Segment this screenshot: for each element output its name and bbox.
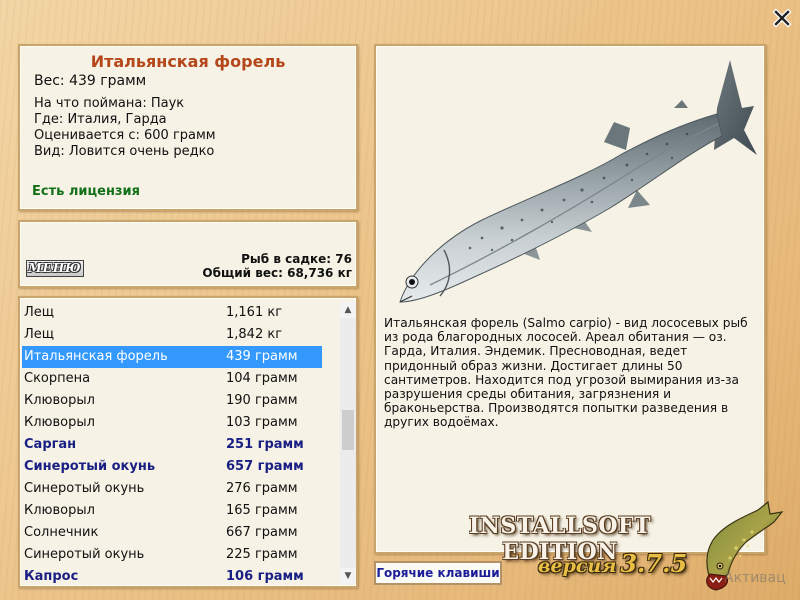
catch-list-row[interactable]: Скорпена 104 грамм xyxy=(22,368,322,390)
catch-list-row[interactable]: Клюворыл 190 грамм xyxy=(22,390,322,412)
menu-button[interactable]: МЕНЮ xyxy=(26,260,84,277)
fish-count-label: Рыб в садке: xyxy=(241,252,332,266)
catch-fish-name: Сарган xyxy=(24,437,77,452)
catch-fish-name: Клюворыл xyxy=(24,503,95,518)
catch-list-row[interactable]: Сарган 251 грамм xyxy=(22,434,322,456)
catch-fish-name: Лещ xyxy=(24,305,55,320)
catch-fish-weight: 225 грамм xyxy=(226,547,298,562)
catch-fish-name: Синеротый окунь xyxy=(24,481,145,496)
catch-fish-name: Скорпена xyxy=(24,371,91,386)
activation-watermark: Активац xyxy=(724,570,786,586)
catch-fish-name: Солнечник xyxy=(24,525,99,540)
catch-fish-weight: 165 грамм xyxy=(226,503,298,518)
fish-description: Итальянская форель (Salmo carpio) - вид … xyxy=(384,316,748,430)
keepnet-stats-panel: МЕНЮ Рыб в садке: 76 Общий вес: 68,736 к… xyxy=(18,220,358,288)
catch-fish-weight: 657 грамм xyxy=(226,459,304,474)
trout-image xyxy=(399,60,757,303)
catch-list-row[interactable]: Капрос 106 грамм xyxy=(22,566,322,586)
scroll-thumb[interactable] xyxy=(342,410,354,450)
catch-fish-name: Синеротый окунь xyxy=(24,547,145,562)
bait-label: На что поймана: xyxy=(34,96,147,111)
catch-fish-weight: 667 грамм xyxy=(226,525,298,540)
catch-fish-weight: 1,842 кг xyxy=(226,327,283,342)
catch-fish-name: Клюворыл xyxy=(24,415,95,430)
version-number: 3.7.5 xyxy=(620,549,688,578)
total-weight-line: Общий вес: 68,736 кг xyxy=(202,266,352,280)
arrow-up-icon: ▲ xyxy=(344,305,352,315)
catch-fish-name: Капрос xyxy=(24,569,79,584)
bait-value: Паук xyxy=(150,96,185,111)
weight-value: 439 грамм xyxy=(69,73,147,89)
catch-fish-name: Синеротый окунь xyxy=(24,459,156,474)
catch-fish-weight: 106 грамм xyxy=(226,569,304,584)
catch-list-scrollbar[interactable]: ▲ ▼ xyxy=(340,302,356,584)
catch-fish-name: Лещ xyxy=(24,327,55,342)
fish-weight: Вес: 439 грамм xyxy=(34,73,146,89)
fish-info-panel: Итальянская форель Вес: 439 грамм На что… xyxy=(18,44,358,211)
catch-list-row[interactable]: Клюворыл 103 грамм xyxy=(22,412,322,434)
weight-label: Вес: xyxy=(34,73,65,89)
fish-detail-panel: Итальянская форель (Salmo carpio) - вид … xyxy=(374,44,766,554)
rarity-line: Вид: Ловится очень редко xyxy=(34,144,216,160)
license-status: Есть лицензия xyxy=(32,184,140,199)
price-line: Оценивается с: 600 грамм xyxy=(34,128,216,144)
keepnet-stats: Рыб в садке: 76 Общий вес: 68,736 кг xyxy=(202,252,352,280)
fish-details: На что поймана: Паук Где: Италия, Гарда … xyxy=(34,96,216,160)
total-weight-value: 68,736 кг xyxy=(287,266,352,280)
catch-list-row[interactable]: Солнечник 667 грамм xyxy=(22,522,322,544)
bait-line: На что поймана: Паук xyxy=(34,96,216,112)
fish-count-value: 76 xyxy=(335,252,352,266)
arrow-down-icon: ▼ xyxy=(344,571,352,581)
catch-fish-weight: 251 грамм xyxy=(226,437,304,452)
price-value: 600 грамм xyxy=(144,128,216,143)
close-icon xyxy=(772,8,792,28)
fish-title: Итальянская форель xyxy=(90,52,286,71)
catch-list-row[interactable]: Синеротый окунь 225 грамм xyxy=(22,544,322,566)
scroll-down-button[interactable]: ▼ xyxy=(340,568,356,584)
fish-count-line: Рыб в садке: 76 xyxy=(202,252,352,266)
catch-list-row[interactable]: Лещ 1,161 кг xyxy=(22,302,322,324)
scroll-up-button[interactable]: ▲ xyxy=(340,302,356,318)
catch-list-row[interactable]: Синеротый окунь 657 грамм xyxy=(22,456,322,478)
total-weight-label: Общий вес: xyxy=(202,266,283,280)
catch-fish-weight: 1,161 кг xyxy=(226,305,283,320)
version-label: версия 3.7.5 xyxy=(538,549,687,578)
rarity-value: Ловится очень редко xyxy=(68,144,215,159)
catch-list[interactable]: Лещ 1,161 кг Лещ 1,842 кг Итальянская форель… xyxy=(22,302,322,586)
location-label: Где: xyxy=(34,112,64,127)
catch-fish-weight: 190 грамм xyxy=(226,393,298,408)
catch-fish-weight: 103 грамм xyxy=(226,415,298,430)
catch-fish-weight: 439 грамм xyxy=(226,349,298,364)
rarity-label: Вид: xyxy=(34,144,65,159)
catch-list-panel: Лещ 1,161 кг Лещ 1,842 кг Итальянская форель… xyxy=(18,296,358,588)
catch-list-row[interactable]: Синеротый окунь 276 грамм xyxy=(22,478,322,500)
catch-fish-name: Клюворыл xyxy=(24,393,95,408)
catch-list-row[interactable]: Итальянская форель 439 грамм xyxy=(22,346,322,368)
catch-fish-weight: 276 грамм xyxy=(226,481,298,496)
location-line: Где: Италия, Гарда xyxy=(34,112,216,128)
catch-fish-weight: 104 грамм xyxy=(226,371,298,386)
close-button[interactable] xyxy=(772,8,792,28)
catch-list-row[interactable]: Лещ 1,842 кг xyxy=(22,324,322,346)
location-value: Италия, Гарда xyxy=(67,112,167,127)
version-word: версия xyxy=(538,555,617,577)
price-label: Оценивается с: xyxy=(34,128,140,143)
catch-fish-name: Итальянская форель xyxy=(24,349,168,364)
catch-list-row[interactable]: Клюворыл 165 грамм xyxy=(22,500,322,522)
